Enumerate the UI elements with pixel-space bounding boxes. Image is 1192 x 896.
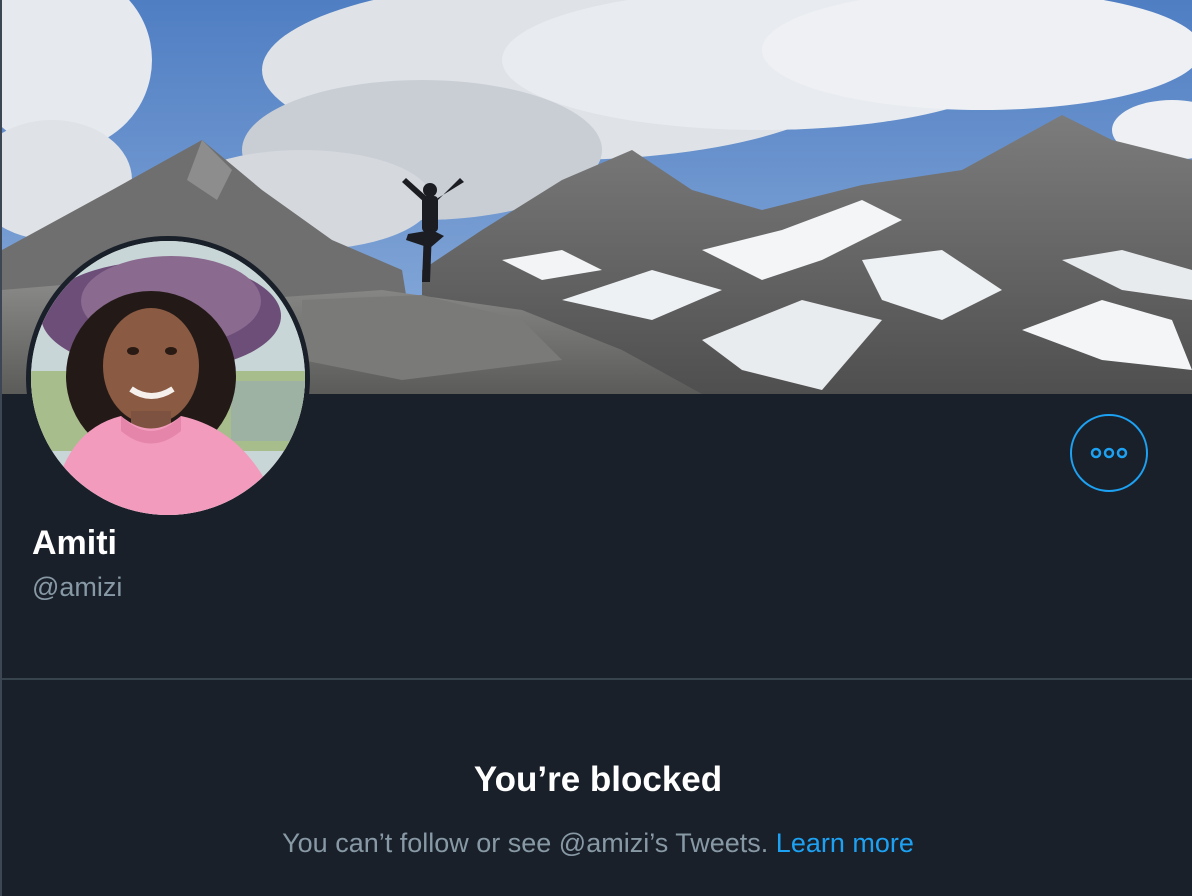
avatar[interactable]	[26, 236, 310, 520]
profile-page: Amiti @amizi You’re blocked You can’t fo…	[0, 0, 1192, 896]
blocked-title: You’re blocked	[473, 760, 723, 799]
section-divider	[2, 678, 1192, 680]
avatar-image	[31, 241, 305, 515]
display-name: Amiti	[32, 524, 117, 562]
user-handle: @amizi	[32, 572, 123, 602]
blocked-message-line: You can’t follow or see @amizi’s Tweets.…	[2, 828, 1192, 859]
more-horizontal-icon	[1090, 447, 1128, 459]
blocked-message: You can’t follow or see @amizi’s Tweets.	[282, 828, 769, 858]
learn-more-link[interactable]: Learn more	[776, 828, 914, 858]
more-options-button[interactable]	[1070, 414, 1148, 492]
